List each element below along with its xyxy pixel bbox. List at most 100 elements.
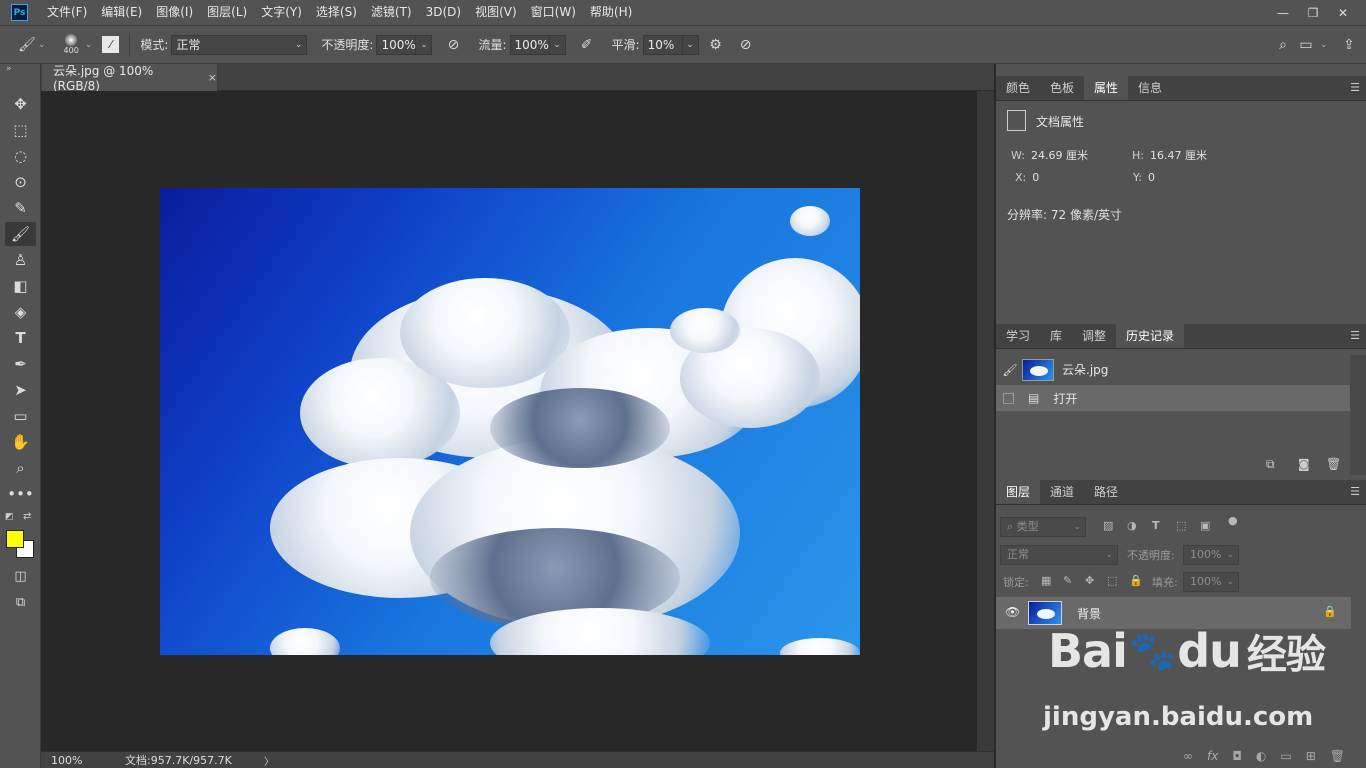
type-filter-icon[interactable]: T [1152,519,1160,532]
history-brush-icon[interactable]: 🖌 [998,363,1022,377]
chevron-down-icon[interactable]: ⌄ [1320,40,1328,50]
menu-filter[interactable]: 滤镜(T) [364,0,419,25]
x-value[interactable]: 0 [1032,171,1039,184]
share-icon[interactable]: ⇪ [1340,37,1358,53]
minimize-button[interactable]: — [1268,3,1298,23]
tab-adjustments[interactable]: 调整 [1072,324,1116,348]
quick-mask-icon[interactable]: ◫ [5,564,36,588]
tab-layers[interactable]: 图层 [996,480,1041,504]
swap-colors-icon[interactable]: ⇄ [23,511,31,522]
blend-mode-select[interactable]: 正常 ⌄ [1000,545,1118,565]
history-scrollbar[interactable] [1350,355,1366,475]
lock-pixels-icon[interactable]: ✎ [1063,574,1072,587]
status-menu-button[interactable]: 〉 [264,753,274,768]
trash-icon[interactable]: 🗑 [1330,749,1345,763]
brush-size-picker[interactable]: 400 [64,33,79,56]
tab-color[interactable]: 颜色 [996,76,1040,100]
brush-preset-icon[interactable]: 🖌 [18,37,36,53]
fx-icon[interactable]: fx [1207,749,1218,763]
paint-bucket-tool-icon[interactable]: ◈ [5,300,36,324]
smoothing-dropdown-button[interactable]: ⌄ [682,34,699,55]
y-value[interactable]: 0 [1148,171,1155,184]
hand-tool-icon[interactable]: ✋ [5,430,36,454]
tab-info[interactable]: 信息 [1128,76,1172,100]
vertical-scrollbar[interactable] [977,91,994,751]
smoothing-input[interactable]: 10% [642,34,683,55]
menu-type[interactable]: 文字(Y) [254,0,309,25]
new-document-from-state-icon[interactable]: ⧉ [1266,457,1275,472]
search-icon[interactable]: ⌕ [1274,37,1292,53]
smart-object-filter-icon[interactable]: ▣ [1200,519,1210,532]
chevron-down-icon[interactable]: ⌄ [38,40,46,50]
tab-learn[interactable]: 学习 [996,324,1040,348]
opacity-input[interactable]: 100% [376,34,417,55]
menu-select[interactable]: 选择(S) [309,0,364,25]
eye-icon[interactable]: 👁 [1005,605,1020,619]
document-tab[interactable]: 云朵.jpg @ 100%(RGB/8) × [42,64,217,93]
tab-properties[interactable]: 属性 [1084,76,1129,100]
stamp-tool-icon[interactable]: ♙ [5,248,36,272]
opacity-dropdown-button[interactable]: ⌄ [416,34,433,55]
new-layer-icon[interactable]: ⊞ [1306,749,1316,763]
flow-dropdown-button[interactable]: ⌄ [549,34,566,55]
tab-history[interactable]: 历史记录 [1116,324,1185,348]
camera-icon[interactable]: ◙ [1298,457,1310,471]
adjustment-filter-icon[interactable]: ◑ [1127,519,1137,532]
eraser-tool-icon[interactable]: ◧ [5,274,36,298]
type-tool-icon[interactable]: T [5,326,36,350]
menu-help[interactable]: 帮助(H) [583,0,639,25]
width-value[interactable]: 24.69 厘米 [1031,147,1088,163]
lasso-tool-icon[interactable]: ◌ [5,144,36,168]
gear-icon[interactable]: ⚙ [707,37,725,53]
link-layers-icon[interactable]: ∞ [1183,749,1193,763]
height-value[interactable]: 16.47 厘米 [1150,147,1207,163]
image-filter-icon[interactable]: ▨ [1103,519,1113,532]
trash-icon[interactable]: 🗑 [1326,457,1341,471]
path-select-tool-icon[interactable]: ➤ [5,378,36,402]
lock-all-icon[interactable]: 🔒 [1129,574,1143,587]
menu-file[interactable]: 文件(F) [40,0,94,25]
pressure-opacity-icon[interactable]: ⊘ [444,37,462,53]
zoom-field[interactable]: 100% [41,754,89,767]
brush-tool-icon[interactable]: 🖌 [5,222,36,246]
tab-libraries[interactable]: 库 [1040,324,1072,348]
fill-input[interactable]: 100% ⌄ [1183,572,1239,592]
menu-3d[interactable]: 3D(D) [419,0,468,25]
layer-name[interactable]: 背景 [1077,605,1101,622]
rectangle-tool-icon[interactable]: ▭ [5,404,36,428]
close-button[interactable]: ✕ [1328,3,1358,23]
mode-select[interactable]: 正常 ⌄ [171,34,308,55]
menu-layer[interactable]: 图层(L) [200,0,254,25]
flow-input[interactable]: 100% [509,34,550,55]
airbrush-icon[interactable]: ✐ [578,37,596,53]
tab-channels[interactable]: 通道 [1040,480,1084,504]
tab-paths[interactable]: 路径 [1084,480,1128,504]
layer-filter-select[interactable]: ⌕ 类型 ⌄ [1000,517,1086,537]
tab-swatches[interactable]: 色板 [1040,76,1084,100]
folder-icon[interactable]: ▭ [1280,749,1291,763]
adjustment-layer-icon[interactable]: ◐ [1256,749,1266,763]
panel-menu-icon[interactable]: ☰ [1350,485,1360,498]
photoshop-logo[interactable]: Ps [11,4,28,21]
chevron-down-icon[interactable]: ⌄ [85,40,93,50]
add-mask-icon[interactable]: ◘ [1232,749,1242,763]
menu-window[interactable]: 窗口(W) [524,0,583,25]
brush-panel-icon[interactable]: ⁄ [102,36,120,53]
workspace-icon[interactable]: ▭ [1297,37,1315,53]
restore-button[interactable]: ❐ [1298,3,1328,23]
history-snapshot[interactable]: 🖌 云朵.jpg [996,355,1351,384]
default-colors-icon[interactable]: ◩ [5,512,14,522]
layer-opacity-input[interactable]: 100% ⌄ [1183,545,1239,565]
panel-menu-icon[interactable]: ☰ [1350,329,1360,342]
menu-image[interactable]: 图像(I) [149,0,200,25]
quick-select-tool-icon[interactable]: ⊙ [5,170,36,194]
panel-menu-icon[interactable]: ☰ [1350,81,1360,94]
lock-artboard-icon[interactable]: ⬚ [1107,574,1117,587]
history-source-checkbox[interactable] [1003,392,1014,404]
filter-toggle-icon[interactable]: ● [1228,514,1238,527]
marquee-tool-icon[interactable]: ⬚ [5,118,36,142]
collapse-icon[interactable]: » [6,64,12,74]
lock-position-icon[interactable]: ✥ [1085,574,1094,587]
menu-view[interactable]: 视图(V) [468,0,524,25]
foreground-color-swatch[interactable] [6,530,24,548]
